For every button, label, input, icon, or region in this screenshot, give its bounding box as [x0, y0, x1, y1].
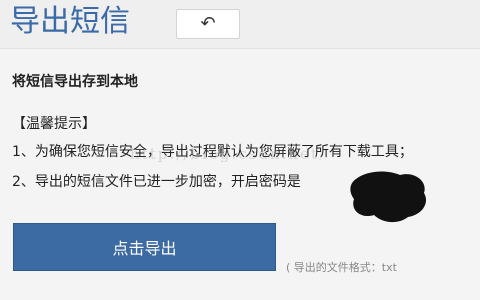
undo-arrow-icon: ↶ [200, 13, 216, 34]
format-note: ( 导出的文件格式：txt [286, 261, 397, 274]
export-button[interactable]: 点击导出 [13, 223, 276, 271]
page-header: 导出短信 ↶ [0, 0, 480, 48]
tip-line-1: 1、为确保您短信安全，导出过程默认为您屏蔽了所有下载工具； [12, 144, 413, 160]
redaction-blot [350, 171, 427, 223]
export-panel: 将短信导出存到本地 【温馨提示】 1、为确保您短信安全，导出过程默认为您屏蔽了所… [0, 48, 480, 300]
section-heading: 将短信导出存到本地 [12, 74, 138, 90]
export-sms-page: 导出短信 ↶ 将短信导出存到本地 【温馨提示】 1、为确保您短信安全，导出过程默… [0, 0, 480, 300]
back-button[interactable]: ↶ [176, 9, 240, 39]
tip-line-2: 2、导出的短信文件已进一步加密，开启密码是 [12, 174, 301, 190]
page-title: 导出短信 [10, 4, 130, 39]
tip-title: 【温馨提示】 [12, 116, 96, 132]
